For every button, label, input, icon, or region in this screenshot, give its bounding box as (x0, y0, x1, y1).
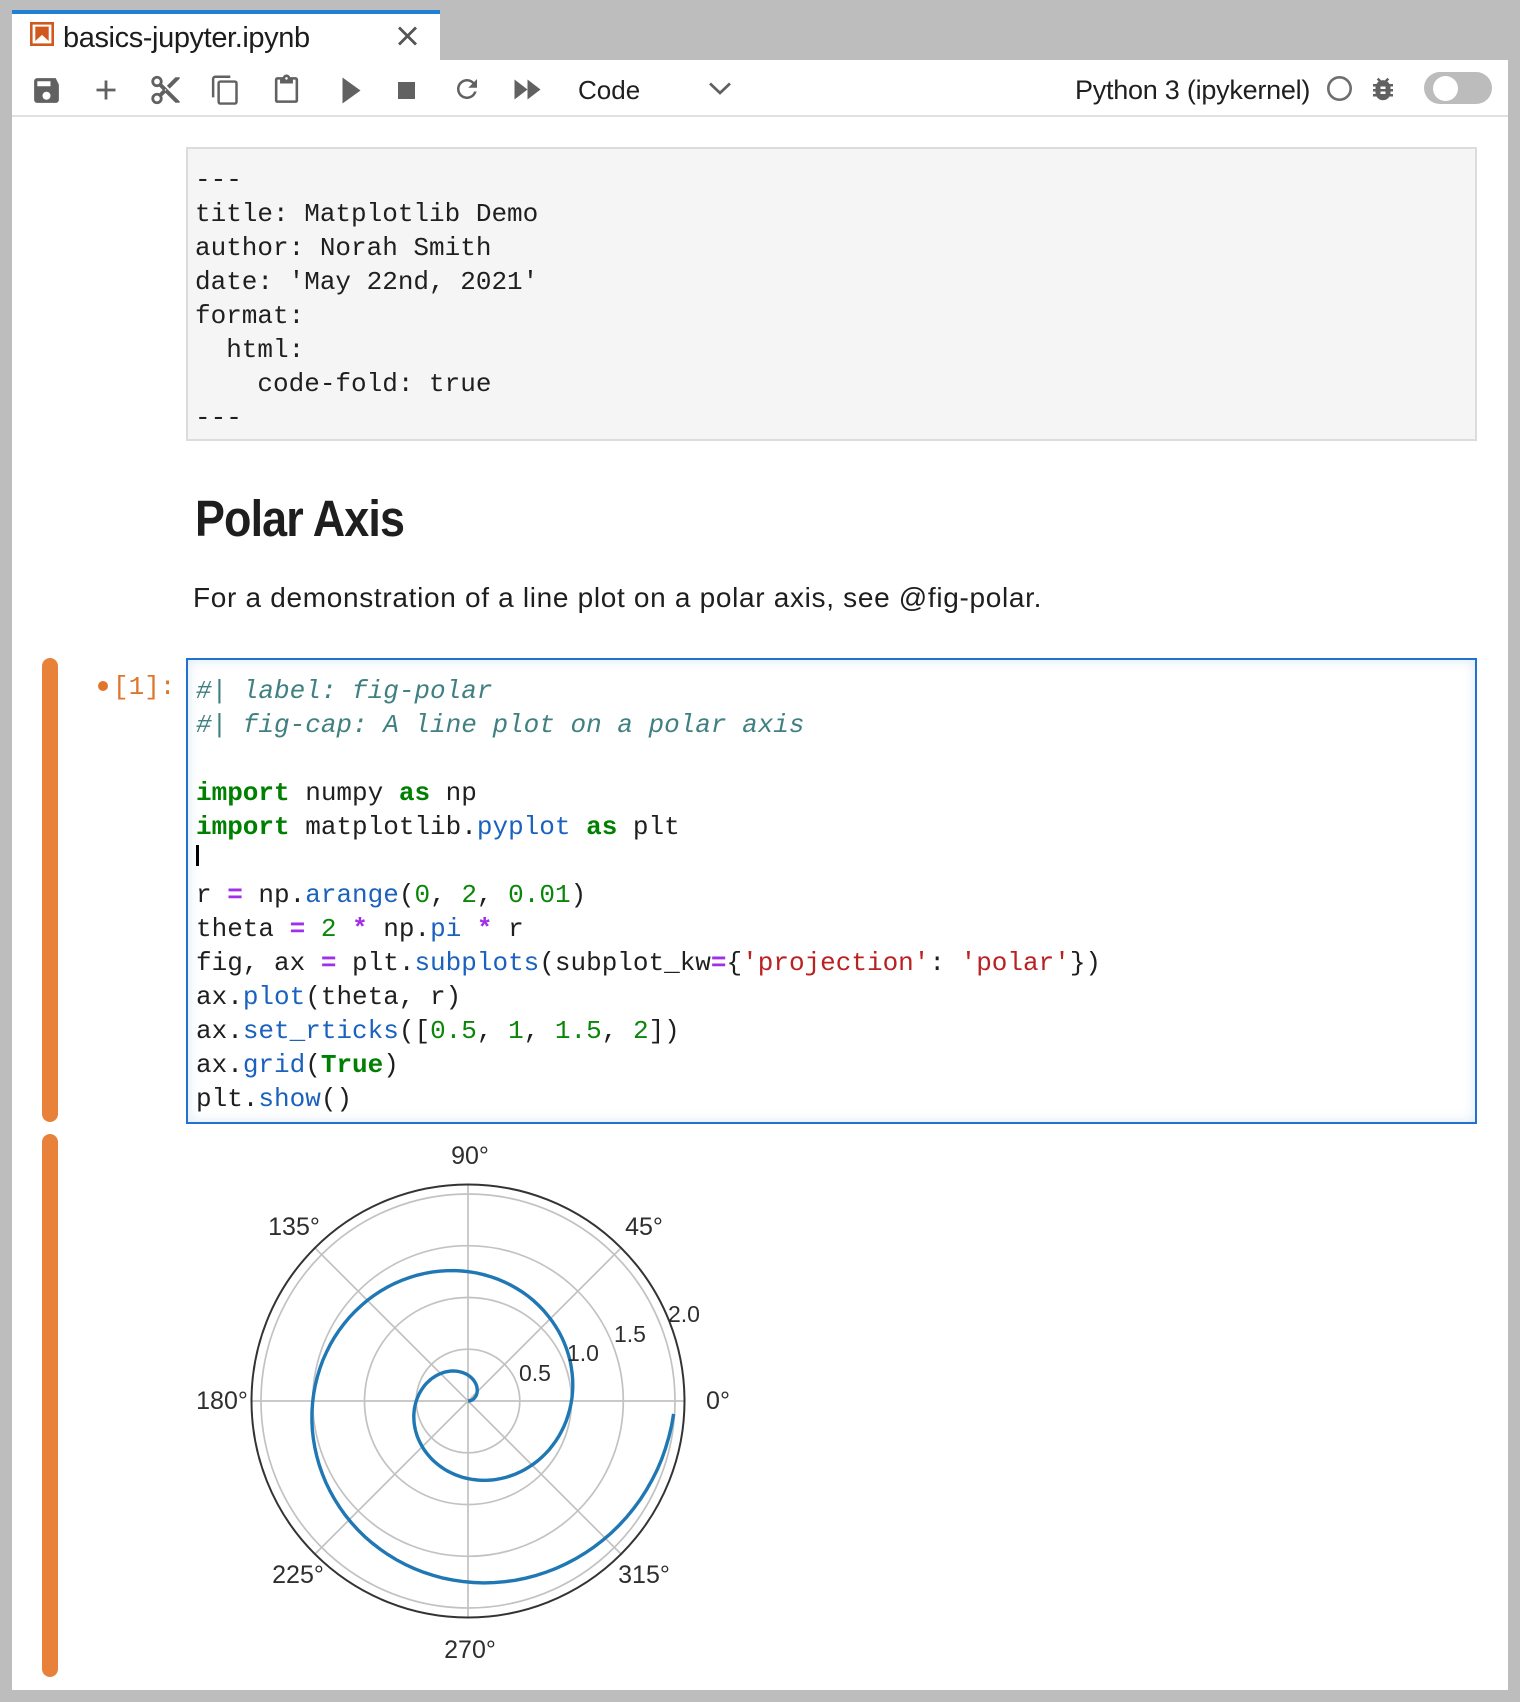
svg-text:1.0: 1.0 (567, 1340, 599, 1366)
svg-text:315°: 315° (618, 1561, 670, 1589)
svg-text:90°: 90° (451, 1142, 489, 1170)
svg-text:0°: 0° (706, 1387, 730, 1415)
svg-text:135°: 135° (268, 1213, 320, 1241)
svg-text:225°: 225° (272, 1561, 324, 1589)
svg-text:45°: 45° (625, 1213, 663, 1241)
svg-text:2.0: 2.0 (668, 1301, 700, 1327)
svg-text:270°: 270° (444, 1636, 496, 1664)
svg-text:0.5: 0.5 (519, 1360, 551, 1386)
svg-text:180°: 180° (196, 1387, 248, 1415)
svg-text:1.5: 1.5 (614, 1321, 646, 1347)
